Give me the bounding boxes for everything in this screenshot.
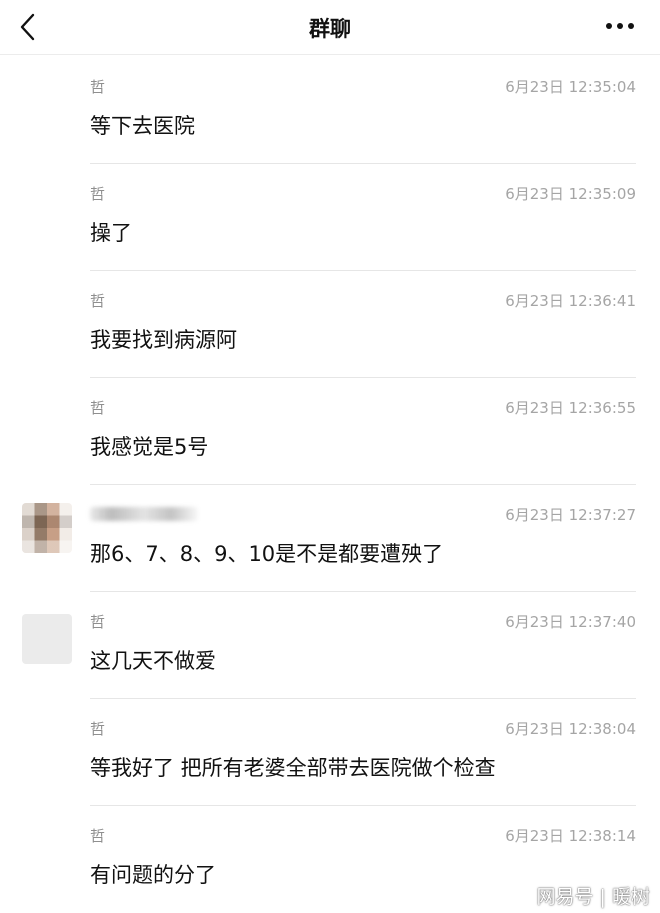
sender-name-redacted <box>90 507 198 521</box>
message-text[interactable]: 等下去医院 <box>90 110 195 140</box>
more-dots-icon[interactable] <box>604 14 636 38</box>
message-item: 哲 6月23日 12:35:09 操了 <box>0 164 660 271</box>
top-bar: 群聊 <box>0 0 660 55</box>
avatar[interactable] <box>22 503 72 553</box>
avatar-pixelation <box>22 503 72 553</box>
message-time: 6月23日 12:38:14 <box>505 827 636 845</box>
message-time: 6月23日 12:36:41 <box>505 292 636 310</box>
message-text[interactable]: 等我好了 把所有老婆全部带去医院做个检查 <box>90 752 496 782</box>
page-title: 群聊 <box>309 17 351 41</box>
message-text[interactable]: 有问题的分了 <box>90 859 216 889</box>
sender-name: 哲 <box>90 399 106 417</box>
sender-name: 哲 <box>90 720 106 738</box>
message-item: 哲 6月23日 12:36:41 我要找到病源阿 <box>0 271 660 378</box>
avatar[interactable] <box>22 614 72 664</box>
sender-name: 哲 <box>90 613 106 631</box>
message-item: 6月23日 12:37:27 那6、7、8、9、10是不是都要遭殃了 <box>0 485 660 592</box>
sender-name: 哲 <box>90 78 106 96</box>
sender-name: 哲 <box>90 292 106 310</box>
message-text[interactable]: 我感觉是5号 <box>90 431 208 461</box>
message-time: 6月23日 12:38:04 <box>505 720 636 738</box>
message-time: 6月23日 12:35:04 <box>505 78 636 96</box>
message-text[interactable]: 那6、7、8、9、10是不是都要遭殃了 <box>90 538 443 568</box>
message-time: 6月23日 12:37:27 <box>505 506 636 524</box>
sender-name: 哲 <box>90 185 106 203</box>
message-time: 6月23日 12:36:55 <box>505 399 636 417</box>
message-time: 6月23日 12:37:40 <box>505 613 636 631</box>
message-item: 哲 6月23日 12:35:04 等下去医院 <box>0 57 660 164</box>
message-text[interactable]: 操了 <box>90 217 132 247</box>
message-item: 哲 6月23日 12:37:40 这几天不做爱 <box>0 592 660 699</box>
message-time: 6月23日 12:35:09 <box>505 185 636 203</box>
message-text[interactable]: 这几天不做爱 <box>90 645 216 675</box>
sender-name: 哲 <box>90 827 106 845</box>
message-item: 哲 6月23日 12:36:55 我感觉是5号 <box>0 378 660 485</box>
watermark: 网易号 | 暖树 <box>536 886 650 908</box>
message-text[interactable]: 我要找到病源阿 <box>90 324 237 354</box>
message-item: 哲 6月23日 12:38:04 等我好了 把所有老婆全部带去医院做个检查 <box>0 699 660 806</box>
